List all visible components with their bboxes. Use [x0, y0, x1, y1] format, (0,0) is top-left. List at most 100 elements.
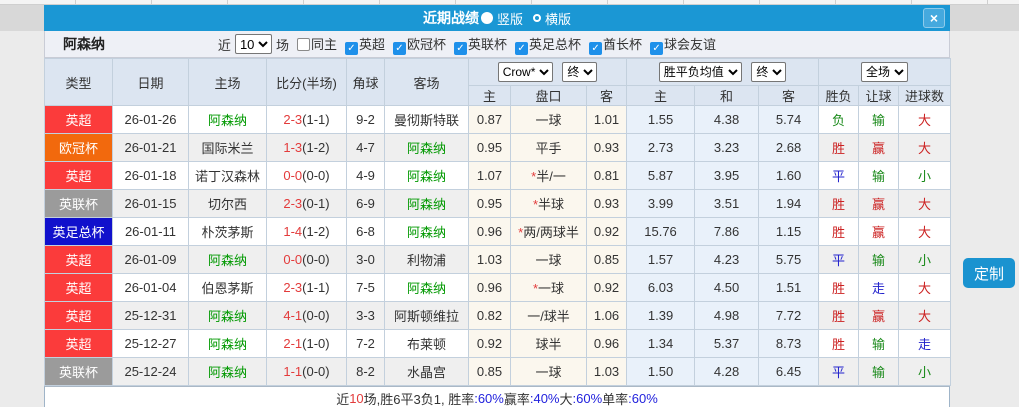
home-team: 阿森纳: [188, 105, 267, 134]
checkbox-label[interactable]: 英超: [359, 37, 385, 52]
summary-segment: :60%: [572, 390, 603, 406]
summary-segment: 10: [349, 390, 364, 406]
fulltime-score: 2-1: [283, 336, 303, 351]
away-team: 阿斯顿维拉: [384, 301, 469, 330]
away-team: 曼彻斯特联: [384, 105, 469, 134]
handicap-result-cell: 赢: [858, 301, 900, 330]
league-badge: 英联杯: [44, 189, 113, 218]
avg-group-header: 胜平负均值 终: [626, 58, 820, 86]
checkbox-label[interactable]: 球会友谊: [664, 37, 716, 52]
odds-state-select[interactable]: 终: [562, 62, 598, 82]
checkbox-欧冠杯[interactable]: ✓: [392, 41, 406, 55]
checkbox-英超[interactable]: ✓: [344, 41, 358, 55]
sub-header: 主: [626, 85, 696, 106]
odds-home: 1.03: [468, 245, 511, 274]
scope-select[interactable]: 全场: [861, 62, 909, 82]
handicap-text: 一/球半: [527, 309, 570, 324]
avg-draw: 7.86: [694, 217, 760, 246]
avg-draw: 4.38: [694, 105, 760, 134]
handicap-cell: 平手: [510, 133, 587, 162]
halftime-score: (0-1): [302, 196, 330, 211]
handicap-cell: *半/一: [510, 161, 587, 190]
checkbox-英足总杯[interactable]: ✓: [515, 41, 529, 55]
result-cell: 平: [818, 357, 860, 386]
corners-cell: 4-9: [346, 161, 385, 190]
match-count-select[interactable]: 10: [234, 34, 272, 54]
checkbox-球会友谊[interactable]: ✓: [650, 41, 664, 55]
odds-home: 0.95: [468, 189, 511, 218]
odds-away: 0.92: [585, 273, 628, 302]
table-body: 英超 26-01-26 阿森纳 2-3(1-1) 9-2 曼彻斯特联 0.87 一球 1.01 1…: [44, 105, 952, 386]
sub-header: 主: [468, 85, 511, 106]
screen: 近期战绩 竖版 横版 × 阿森纳 近 10 场 同主 ✓ 英超 ✓ 欧冠杯 ✓ 英联杯 ✓ 英足…: [0, 0, 1019, 407]
score-cell: 2-3(1-1): [266, 273, 347, 302]
summary-segment: 单率: [602, 391, 629, 407]
table-row: 英超 26-01-18 诺丁汉森林 0-0(0-0) 4-9 阿森纳 1.07 *半/一 0.8…: [44, 161, 952, 190]
summary-segment: :60%: [474, 390, 504, 406]
home-team: 国际米兰: [188, 133, 267, 162]
col-header-type: 类型: [44, 58, 113, 106]
handicap-text: 球半: [535, 337, 562, 352]
radio-vertical-label[interactable]: 竖版: [497, 9, 523, 28]
sub-header: 客: [585, 85, 628, 106]
home-team: 阿森纳: [188, 245, 267, 274]
avg-win: 3.99: [626, 189, 696, 218]
result-cell: 胜: [818, 217, 860, 246]
avg-state-select[interactable]: 终: [751, 62, 787, 82]
handicap-text: 一球: [538, 281, 565, 296]
avg-lose: 7.72: [758, 301, 820, 330]
checkbox-label[interactable]: 欧冠杯: [407, 37, 446, 52]
odds-away: 0.81: [585, 161, 628, 190]
avg-lose: 2.68: [758, 133, 820, 162]
col-header-date: 日期: [112, 58, 189, 106]
halftime-score: (1-0): [302, 336, 330, 351]
sub-header: 进球数: [898, 85, 952, 106]
corners-cell: 9-2: [346, 105, 385, 134]
avg-draw: 3.95: [694, 161, 760, 190]
halftime-score: (0-0): [302, 308, 330, 323]
avg-win: 2.73: [626, 133, 696, 162]
radio-horizontal-layout[interactable]: [533, 14, 541, 22]
match-date: 26-01-15: [112, 189, 189, 218]
score-cell: 0-0(0-0): [266, 245, 347, 274]
checkbox-label[interactable]: 英联杯: [468, 37, 507, 52]
close-icon[interactable]: ×: [923, 8, 945, 28]
radio-horizontal-label[interactable]: 横版: [545, 9, 571, 28]
home-team: 阿森纳: [188, 329, 267, 358]
handicap-text: 半球: [538, 197, 565, 212]
radio-vertical-layout[interactable]: [480, 12, 493, 24]
table-row: 英超 25-12-27 阿森纳 2-1(1-0) 7-2 布莱顿 0.92 球半 0.96 1.3…: [44, 329, 952, 358]
goals-result-cell: 大: [898, 189, 952, 218]
handicap-result-cell: 输: [858, 105, 900, 134]
col-header-score: 比分(半场): [266, 58, 347, 106]
table-row: 英超 26-01-26 阿森纳 2-3(1-1) 9-2 曼彻斯特联 0.87 一球 1.01 1…: [44, 105, 952, 134]
handicap-result-cell: 输: [858, 329, 900, 358]
odds-away: 0.96: [585, 329, 628, 358]
avg-source-select[interactable]: 胜平负均值: [658, 62, 742, 82]
scope-group-header: 全场: [818, 58, 952, 86]
handicap-cell: 球半: [510, 329, 587, 358]
odds-away: 0.93: [585, 133, 628, 162]
fulltime-score: 2-3: [283, 112, 303, 127]
home-team: 伯恩茅斯: [188, 273, 267, 302]
goals-result-cell: 大: [898, 133, 952, 162]
odds-source-select[interactable]: Crow*: [497, 62, 553, 82]
checkbox-label[interactable]: 同主: [311, 37, 337, 52]
avg-win: 1.50: [626, 357, 696, 386]
handicap-text: 两/两球半: [523, 225, 579, 240]
checkbox-英联杯[interactable]: ✓: [454, 41, 467, 55]
checkbox-label[interactable]: 酋长杯: [603, 37, 642, 52]
goals-result-cell: 大: [898, 273, 952, 302]
match-date: 25-12-24: [112, 357, 189, 386]
customize-button[interactable]: 定制: [963, 258, 1015, 288]
filter-bar: 阿森纳 近 10 场 同主 ✓ 英超 ✓ 欧冠杯 ✓ 英联杯 ✓ 英足总杯 ✓ 酋长杯 ✓ 球会友谊: [44, 31, 950, 58]
result-cell: 平: [818, 245, 860, 274]
odds-home: 0.87: [468, 105, 511, 134]
sub-header: 让球: [858, 85, 900, 106]
avg-win: 1.34: [626, 329, 696, 358]
avg-win: 1.57: [626, 245, 696, 274]
result-cell: 胜: [818, 133, 860, 162]
checkbox-酋长杯[interactable]: ✓: [589, 41, 603, 55]
checkbox-同主[interactable]: [296, 37, 310, 51]
checkbox-label[interactable]: 英足总杯: [529, 37, 581, 52]
